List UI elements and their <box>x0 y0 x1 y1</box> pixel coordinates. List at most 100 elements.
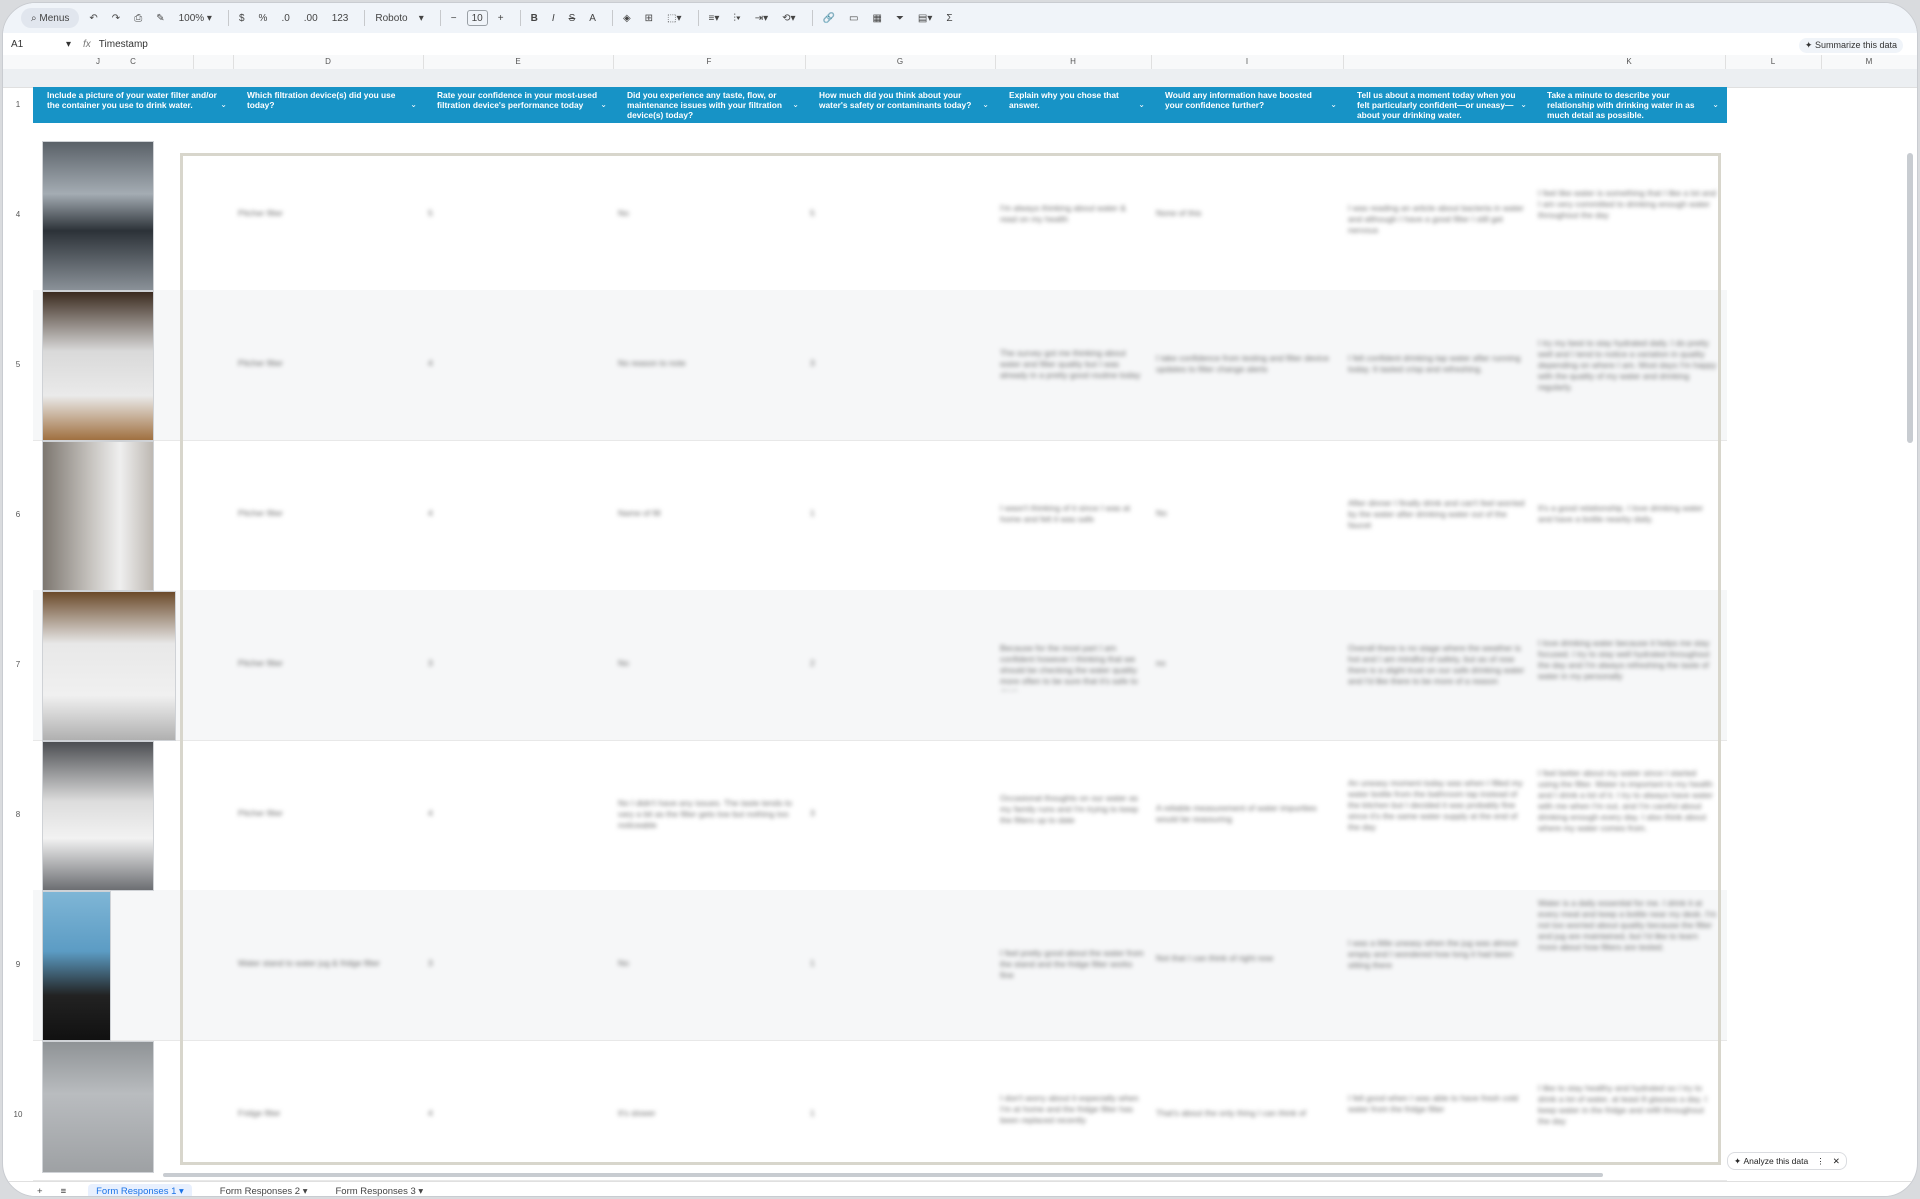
header-cell[interactable]: Tell us about a moment today when you fe… <box>1343 87 1533 123</box>
chevron-down-icon[interactable]: ⌄ <box>600 100 607 110</box>
chevron-down-icon[interactable]: ⌄ <box>1138 100 1145 110</box>
search-icon: ⌕ <box>31 12 40 24</box>
header-cell[interactable]: Take a minute to describe your relations… <box>1533 87 1725 123</box>
column-header[interactable]: D <box>233 55 424 69</box>
filter-photo[interactable] <box>42 891 111 1041</box>
filter-photo[interactable] <box>42 1041 154 1173</box>
row-number[interactable]: 10 <box>3 1110 33 1119</box>
chevron-down-icon[interactable]: ⌄ <box>982 100 989 110</box>
filter-photo[interactable] <box>42 591 176 741</box>
column-header[interactable]: H <box>995 55 1152 69</box>
strikethrough-button[interactable]: S <box>565 8 580 28</box>
chevron-down-icon[interactable]: ⌄ <box>410 100 417 110</box>
column-header[interactable]: M <box>1821 55 1917 69</box>
sheet-tabs-bar: + ≡ Form Responses 1 ▾ Form Responses 2 … <box>3 1181 1917 1197</box>
column-header-row: C D E F G H I J K L M <box>3 55 1917 70</box>
print-icon[interactable]: ⎙ <box>130 8 146 28</box>
number-format-button[interactable]: 123 <box>328 8 353 28</box>
header-cell[interactable]: Include a picture of your water filter a… <box>33 87 233 123</box>
analyze-button[interactable]: ✦ Analyze this data ⋮ ✕ <box>1727 1152 1847 1170</box>
row-number[interactable]: 4 <box>3 210 33 219</box>
sparkle-icon: ✦ <box>1804 40 1815 50</box>
filter-photo[interactable] <box>42 441 154 591</box>
italic-button[interactable]: I <box>548 8 559 28</box>
font-size-input[interactable]: 10 <box>466 10 488 26</box>
sheet-tab[interactable]: Form Responses 2 ▾ <box>220 1186 308 1197</box>
header-cell[interactable]: Did you experience any taste, flow, or m… <box>613 87 805 123</box>
chevron-down-icon: ▾ <box>65 38 71 50</box>
borders-icon[interactable]: ⊞ <box>641 8 657 28</box>
all-sheets-icon[interactable]: ≡ <box>61 1186 67 1197</box>
currency-button[interactable]: $ <box>235 8 249 28</box>
merge-icon[interactable]: ⬚▾ <box>663 8 685 28</box>
bold-button[interactable]: B <box>527 8 542 28</box>
formula-input[interactable]: Timestamp <box>99 39 148 50</box>
sheet-tab[interactable]: Form Responses 3 ▾ <box>335 1186 423 1197</box>
column-header[interactable]: L <box>1725 55 1822 69</box>
filter-photo[interactable] <box>42 291 154 441</box>
header-cell[interactable]: Which filtration device(s) did you use t… <box>233 87 423 123</box>
column-header[interactable]: E <box>423 55 614 69</box>
align-icon[interactable]: ≡▾ <box>705 8 724 28</box>
column-header[interactable]: J <box>3 55 194 69</box>
valign-icon[interactable]: ⫶▾ <box>729 8 744 28</box>
zoom-select[interactable]: 100% ▾ <box>175 8 216 28</box>
column-header[interactable]: K <box>1533 55 1726 69</box>
rotate-icon[interactable]: ⟲▾ <box>778 8 799 28</box>
row-number[interactable]: 8 <box>3 810 33 819</box>
more-icon[interactable]: ⋮ <box>1816 1156 1825 1167</box>
functions-icon[interactable]: Σ <box>942 8 956 28</box>
chevron-down-icon[interactable]: ⌄ <box>792 100 799 110</box>
header-cell[interactable]: Would any information have boosted your … <box>1151 87 1343 123</box>
undo-icon[interactable]: ↶ <box>85 8 101 28</box>
column-header[interactable]: F <box>613 55 806 69</box>
add-sheet-icon[interactable]: + <box>37 1186 43 1197</box>
redo-icon[interactable]: ↷ <box>108 8 124 28</box>
name-box[interactable]: A1 ▾ <box>3 39 71 50</box>
column-header[interactable]: I <box>1151 55 1344 69</box>
decrease-font-size-button[interactable]: − <box>447 8 461 28</box>
row-number[interactable]: 6 <box>3 510 33 519</box>
row-number[interactable]: 5 <box>3 360 33 369</box>
filter-icon[interactable]: ⏷ <box>892 8 908 28</box>
comment-icon[interactable]: ▭ <box>845 8 862 28</box>
chart-icon[interactable]: ▦ <box>868 8 885 28</box>
increase-font-size-button[interactable]: + <box>494 8 508 28</box>
row-number[interactable]: 1 <box>3 100 33 109</box>
header-cell[interactable]: Explain why you chose that answer. ⌄ <box>995 87 1151 123</box>
summarize-button[interactable]: ✦ Summarize this data <box>1798 38 1903 53</box>
sparkle-icon: ✦ <box>1734 1155 1744 1166</box>
chevron-down-icon[interactable]: ⌄ <box>1330 100 1337 110</box>
filter-views-icon[interactable]: ▤▾ <box>914 8 936 28</box>
decrease-decimal-button[interactable]: .0 <box>277 8 293 28</box>
row-number[interactable]: 9 <box>3 960 33 969</box>
column-header[interactable]: G <box>805 55 996 69</box>
chevron-down-icon[interactable]: ⌄ <box>220 100 227 110</box>
paint-format-icon[interactable]: ✎ <box>152 8 168 28</box>
formula-bar: A1 ▾ fx Timestamp ✦ Summarize this data <box>3 33 1917 56</box>
font-select[interactable]: Roboto ▾ <box>371 8 427 28</box>
percent-button[interactable]: % <box>255 8 272 28</box>
link-icon[interactable]: 🔗 <box>819 8 839 28</box>
vertical-scrollbar[interactable] <box>1907 153 1913 443</box>
menus-search[interactable]: ⌕ Menus <box>21 8 80 28</box>
divider <box>519 10 521 26</box>
sheet-tab[interactable]: Form Responses 1 ▾ <box>88 1183 192 1196</box>
chevron-down-icon[interactable]: ⌄ <box>1712 100 1719 110</box>
increase-decimal-button[interactable]: .00 <box>300 8 322 28</box>
row-number[interactable]: 7 <box>3 660 33 669</box>
chevron-down-icon[interactable]: ⌄ <box>1520 100 1527 110</box>
divider <box>697 10 699 26</box>
fill-color-icon[interactable]: ◈ <box>619 8 635 28</box>
filter-photo[interactable] <box>42 741 154 891</box>
grid-band <box>3 69 1917 88</box>
text-color-button[interactable]: A <box>585 8 600 28</box>
horizontal-scrollbar[interactable] <box>163 1173 1603 1177</box>
header-cell[interactable]: Rate your confidence in your most-used f… <box>423 87 613 123</box>
wrap-icon[interactable]: ⇥▾ <box>751 8 772 28</box>
divider <box>227 10 229 26</box>
filter-photo[interactable] <box>42 141 154 291</box>
header-cell[interactable]: How much did you think about your water'… <box>805 87 995 123</box>
close-icon[interactable]: ✕ <box>1833 1156 1840 1167</box>
divider <box>811 10 813 26</box>
